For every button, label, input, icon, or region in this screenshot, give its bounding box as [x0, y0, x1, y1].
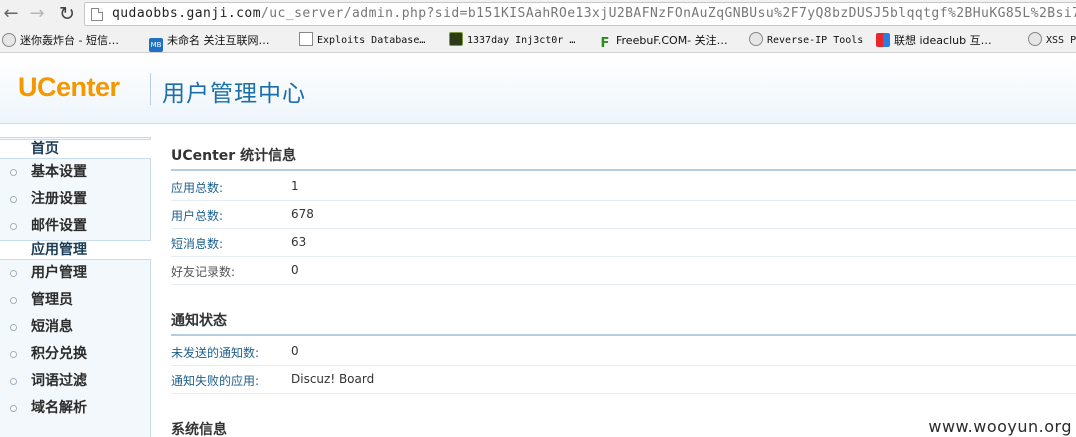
- main-content: UCenter 统计信息 应用总数: 1 用户总数: 678 短消息数: 63 …: [151, 124, 1076, 437]
- bookmark-label: 未命名 关注互联网…: [167, 34, 270, 47]
- row-value: 678: [291, 207, 314, 221]
- header-divider: [150, 73, 151, 105]
- sidebar-item-label: 用户管理: [31, 265, 87, 281]
- address-bar[interactable]: qudaobbs.ganji.com/uc_server/admin.php?s…: [84, 2, 1076, 26]
- bookmark-item[interactable]: MB 未命名 关注互联网…: [149, 32, 270, 52]
- row-value: 1: [291, 179, 299, 193]
- sidebar-item-credit-exchange[interactable]: 积分兑换: [0, 341, 151, 368]
- globe-icon: [1028, 32, 1042, 46]
- bookmark-item[interactable]: 迷你轰炸台 - 短信…: [2, 32, 119, 50]
- bookmark-label: 1337day Inj3ct0r …: [467, 35, 576, 46]
- bookmark-label: XSS P: [1046, 35, 1076, 46]
- sidebar: 首页 基本设置 注册设置 邮件设置 应用管理 用户管理 管理员 短消息 积分兑换…: [0, 124, 151, 437]
- row-label: 好友记录数:: [171, 265, 236, 279]
- bullet-icon: [10, 169, 17, 176]
- sidebar-item-admins[interactable]: 管理员: [0, 287, 151, 314]
- sidebar-item-label: 首页: [31, 141, 59, 157]
- bullet-icon: [10, 351, 17, 358]
- sidebar-item-label: 积分兑换: [31, 346, 87, 362]
- sidebar-item-label: 管理员: [31, 292, 73, 308]
- bullet-icon: [10, 297, 17, 304]
- bookmark-label: Reverse-IP Tools: [767, 35, 864, 46]
- bookmark-item[interactable]: Reverse-IP Tools: [749, 32, 863, 50]
- sidebar-item-word-filter[interactable]: 词语过滤: [0, 368, 151, 395]
- row-label: 用户总数:: [171, 209, 224, 223]
- reload-icon[interactable]: ↻: [56, 3, 78, 25]
- section-title-notify: 通知状态: [171, 313, 227, 329]
- logo-rest: Center: [37, 72, 120, 102]
- sidebar-item-label: 词语过滤: [31, 373, 87, 389]
- sidebar-item-label: 域名解析: [31, 400, 87, 416]
- row-label: 未发送的通知数:: [171, 346, 260, 360]
- bullet-icon: [10, 270, 17, 277]
- bookmark-label: 联想 ideaclub 互…: [894, 34, 992, 47]
- bullet-icon: [10, 324, 17, 331]
- sidebar-item-user-management[interactable]: 用户管理: [0, 260, 151, 287]
- freebuf-icon: F: [600, 36, 610, 51]
- bullet-icon: [10, 196, 17, 203]
- bookmark-label: 迷你轰炸台 - 短信…: [20, 34, 119, 47]
- url-path: /uc_server/admin.php?sid=b151KISAahROe13…: [260, 6, 1076, 21]
- bookmark-label: Exploits Database…: [317, 35, 426, 46]
- row-label: 应用总数:: [171, 181, 224, 195]
- table-row: 通知失败的应用: Discuz! Board: [171, 366, 1076, 394]
- sidebar-item-label: 邮件设置: [31, 218, 87, 234]
- sidebar-item-mail-settings[interactable]: 邮件设置: [0, 213, 151, 240]
- bullet-icon: [10, 378, 17, 385]
- row-value: Discuz! Board: [291, 372, 375, 386]
- bookmark-item[interactable]: 联想 ideaclub 互…: [876, 32, 992, 50]
- table-row: 好友记录数: 0: [171, 257, 1076, 285]
- url-text[interactable]: qudaobbs.ganji.com/uc_server/admin.php?s…: [112, 6, 1076, 21]
- sidebar-top-strip: [0, 124, 151, 138]
- section-divider: [171, 334, 1076, 336]
- bookmark-item[interactable]: Exploits Database…: [299, 32, 425, 50]
- bullet-icon: [10, 405, 17, 412]
- sidebar-item-home[interactable]: 首页: [0, 139, 151, 159]
- table-row: 用户总数: 678: [171, 201, 1076, 229]
- row-value: 0: [291, 263, 299, 277]
- section-title-stats: UCenter 统计信息: [171, 148, 297, 164]
- section-title-sysinfo: 系统信息: [171, 422, 227, 437]
- bookmarks-bar: 迷你轰炸台 - 短信… MB 未命名 关注互联网… Exploits Databa…: [0, 28, 1076, 53]
- sidebar-menu: 首页 基本设置 注册设置 邮件设置 应用管理 用户管理 管理员 短消息 积分兑换…: [0, 139, 151, 422]
- forward-arrow-icon[interactable]: →: [26, 3, 48, 25]
- bookmark-item[interactable]: F FreebuF.COM- 关注…: [598, 32, 728, 51]
- sidebar-item-label: 短消息: [31, 319, 73, 335]
- globe-icon: [2, 33, 16, 47]
- app-title: 用户管理中心: [162, 81, 306, 107]
- bookmark-label: FreebuF.COM- 关注…: [616, 34, 728, 47]
- table-row: 未发送的通知数: 0: [171, 338, 1076, 366]
- app-header: UCenter 用户管理中心: [0, 54, 1076, 124]
- sidebar-item-basic-settings[interactable]: 基本设置: [0, 159, 151, 186]
- sidebar-item-app-management[interactable]: 应用管理: [0, 240, 151, 260]
- 1337day-icon: [449, 32, 463, 46]
- bullet-icon: [10, 223, 17, 230]
- globe-icon: [749, 32, 763, 46]
- watermark: www.wooyun.org: [928, 417, 1072, 436]
- row-label: 通知失败的应用:: [171, 374, 260, 388]
- sidebar-item-messages[interactable]: 短消息: [0, 314, 151, 341]
- sidebar-item-domain-resolve[interactable]: 域名解析: [0, 395, 151, 422]
- lenovo-icon: [876, 33, 890, 47]
- section-divider: [171, 169, 1076, 171]
- bookmark-item[interactable]: 1337day Inj3ct0r …: [449, 32, 575, 50]
- doc-icon: [299, 32, 313, 46]
- url-host: qudaobbs.ganji.com: [112, 6, 261, 21]
- ucenter-logo[interactable]: UCenter: [18, 72, 120, 103]
- sidebar-item-label: 注册设置: [31, 191, 87, 207]
- browser-toolbar: ← → ↻ qudaobbs.ganji.com/uc_server/admin…: [0, 0, 1076, 28]
- row-value: 63: [291, 235, 307, 249]
- sidebar-item-label: 基本设置: [31, 164, 87, 180]
- table-row: 短消息数: 63: [171, 229, 1076, 257]
- row-value: 0: [291, 344, 299, 358]
- row-label: 短消息数:: [171, 237, 224, 251]
- sidebar-item-label: 应用管理: [31, 242, 87, 258]
- back-arrow-icon[interactable]: ←: [0, 3, 22, 25]
- sidebar-item-register-settings[interactable]: 注册设置: [0, 186, 151, 213]
- mb-icon: MB: [149, 38, 163, 52]
- page-icon: [91, 8, 103, 21]
- table-row: 应用总数: 1: [171, 173, 1076, 201]
- bookmark-item[interactable]: XSS P: [1028, 32, 1076, 50]
- logo-u: U: [18, 72, 38, 102]
